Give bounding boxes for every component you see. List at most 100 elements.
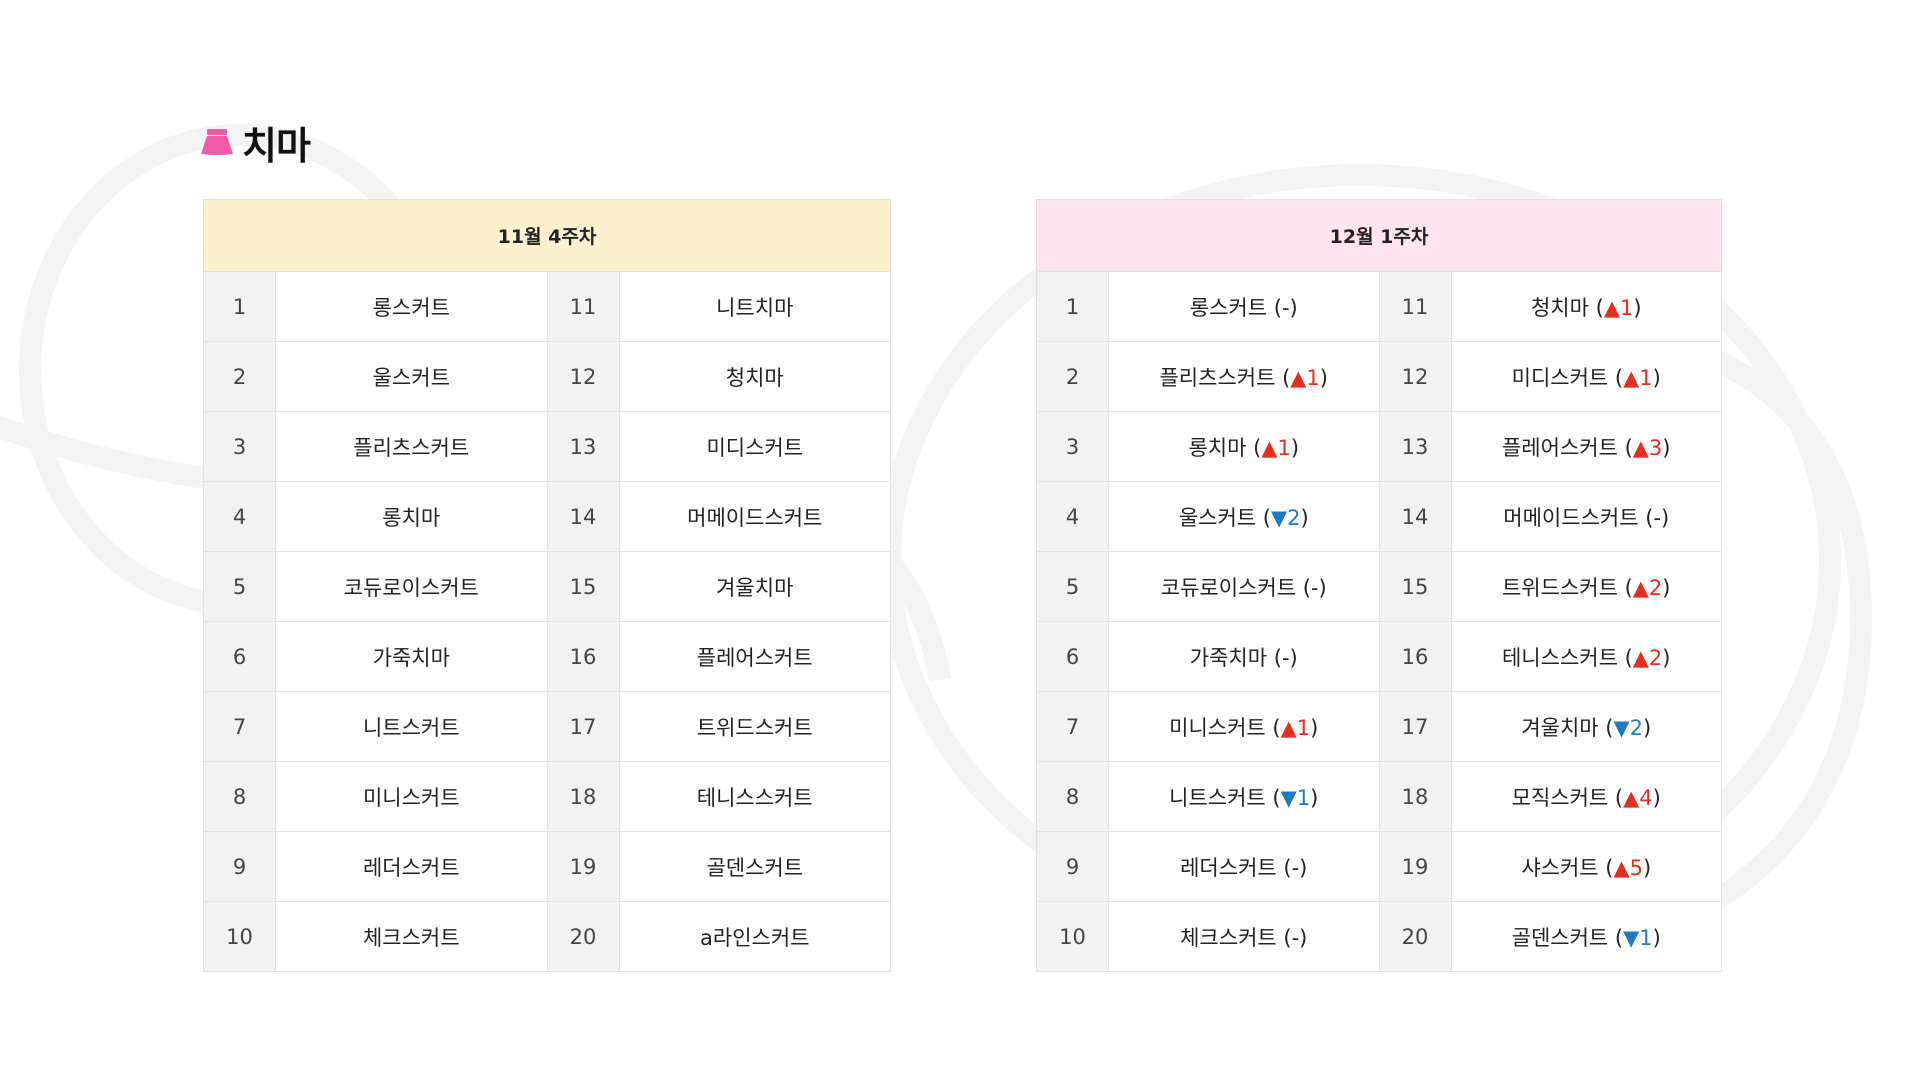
item-name: 가죽치마 [1189,645,1268,670]
item-cell: 테니스스커트 [618,761,891,832]
item-cell: 울스커트 [275,341,548,412]
item-cell: 미니스커트 (▲1) [1108,691,1380,762]
table-row: 10 체크스커트 20 a라인스커트 [203,901,891,972]
rank-number: 15 [546,551,620,622]
rank-change-badge: ▲4 [1623,785,1653,810]
item-name: 플리츠스커트 [1159,365,1276,390]
item-cell: 코듀로이스커트 [275,551,548,622]
week-header: 12월 1주차 [1036,199,1722,272]
item-name: 겨울치마 [716,575,794,600]
item-name: 체크스커트 [1180,925,1277,950]
item-cell: 체크스커트 (-) [1108,901,1380,972]
item-name: 골덴스커트 [1511,925,1609,950]
item-cell: 니트스커트 (▼1) [1108,761,1380,832]
item-cell: 니트스커트 [275,691,548,762]
item-cell: 체크스커트 [275,901,548,972]
rank-change-badge: ▲3 [1632,435,1663,460]
rank-number: 19 [546,831,620,902]
item-cell: 머메이드스커트 [618,481,891,552]
table-row: 8 미니스커트 18 테니스스커트 [203,761,891,832]
item-name: 레더스커트 [362,855,460,880]
item-name: 머메이드스커트 [687,505,823,530]
table-row: 2 플리츠스커트 (▲1) 12 미디스커트 (▲1) [1036,341,1722,412]
rank-number: 7 [203,691,276,762]
rank-number: 20 [1378,901,1452,972]
rank-number: 11 [1378,271,1452,342]
item-cell: 트위드스커트 [618,691,891,762]
rank-number: 4 [1036,481,1109,552]
rank-number: 16 [546,621,620,692]
rank-number: 6 [1036,621,1109,692]
rank-change-badge: - [1281,645,1290,670]
table-row: 8 니트스커트 (▼1) 18 모직스커트 (▲4) [1036,761,1722,832]
item-name: 울스커트 [1178,505,1257,530]
item-name: 테니스스커트 [696,785,813,810]
item-cell: 플레어스커트 (▲3) [1450,411,1722,482]
item-cell: 플리츠스커트 (▲1) [1108,341,1380,412]
rank-change-badge: - [1653,505,1661,530]
table-row: 5 코듀로이스커트 15 겨울치마 [203,551,891,622]
item-cell: 샤스커트 (▲5) [1450,831,1722,902]
rank-change-badge: ▼2 [1613,715,1643,740]
item-name: 니트스커트 [362,715,460,740]
table-row: 10 체크스커트 (-) 20 골덴스커트 (▼1) [1036,901,1722,972]
item-cell: 테니스스커트 (▲2) [1450,621,1722,692]
item-cell: 겨울치마 (▼2) [1450,691,1722,762]
skirt-icon [201,129,233,155]
item-name: 니트스커트 [1169,785,1266,810]
item-cell: 모직스커트 (▲4) [1450,761,1722,832]
item-cell: 롱스커트 (-) [1108,271,1380,342]
rank-number: 18 [546,761,620,832]
item-cell: 니트치마 [618,271,891,342]
item-cell: 레더스커트 [275,831,548,902]
item-name: 코듀로이스커트 [1160,575,1297,600]
rank-change-badge: ▲1 [1623,365,1653,390]
item-name: 플레어스커트 [1501,435,1618,460]
rank-number: 8 [203,761,276,832]
item-name: 골덴스커트 [706,855,804,880]
item-cell: 플리츠스커트 [275,411,548,482]
item-cell: a라인스커트 [618,901,891,972]
item-cell: 가죽치마 [275,621,548,692]
item-name: 미디스커트 [706,435,804,460]
table-row: 5 코듀로이스커트 (-) 15 트위드스커트 (▲2) [1036,551,1722,622]
item-cell: 미디스커트 [618,411,891,482]
rank-number: 2 [203,341,276,412]
item-cell: 코듀로이스커트 (-) [1108,551,1380,622]
item-cell: 골덴스커트 (▼1) [1450,901,1722,972]
rank-number: 1 [1036,271,1109,342]
item-cell: 트위드스커트 (▲2) [1450,551,1722,622]
item-name: 미니스커트 [1169,715,1266,740]
table-row: 9 레더스커트 19 골덴스커트 [203,831,891,902]
item-name: 미니스커트 [362,785,460,810]
rank-number: 3 [1036,411,1109,482]
rank-number: 10 [203,901,276,972]
item-cell: 롱치마 [275,481,548,552]
table-row: 7 미니스커트 (▲1) 17 겨울치마 (▼2) [1036,691,1722,762]
rank-change-badge: ▼2 [1270,505,1301,530]
rank-number: 10 [1036,901,1109,972]
rank-number: 4 [203,481,276,552]
rank-number: 9 [203,831,276,902]
item-cell: 청치마 (▲1) [1450,271,1722,342]
item-name: 미디스커트 [1511,365,1609,390]
rank-number: 13 [1378,411,1452,482]
rank-number: 16 [1378,621,1452,692]
rank-number: 1 [203,271,276,342]
rank-number: 6 [203,621,276,692]
rank-change-badge: ▲2 [1632,645,1663,670]
rank-number: 17 [546,691,620,762]
table-row: 9 레더스커트 (-) 19 샤스커트 (▲5) [1036,831,1722,902]
item-name: 트위드스커트 [1501,575,1618,600]
ranking-table-week1: 11월 4주차 1 롱스커트 11 니트치마 2 울스커트 12 청치마 3 플리츠스커트 13 미디… [203,199,891,972]
item-name: 코듀로이스커트 [343,575,479,600]
table-row: 3 롱치마 (▲1) 13 플레어스커트 (▲3) [1036,411,1722,482]
rank-change-badge: - [1281,295,1290,320]
rank-change-badge: ▼1 [1623,925,1653,950]
rank-change-badge: ▼1 [1280,785,1311,810]
item-name: 롱치마 [1188,435,1247,460]
rank-change-badge: - [1291,925,1300,950]
item-name: 겨울치마 [1521,715,1599,740]
item-name: 샤스커트 [1521,855,1599,880]
item-name: 모직스커트 [1511,785,1609,810]
